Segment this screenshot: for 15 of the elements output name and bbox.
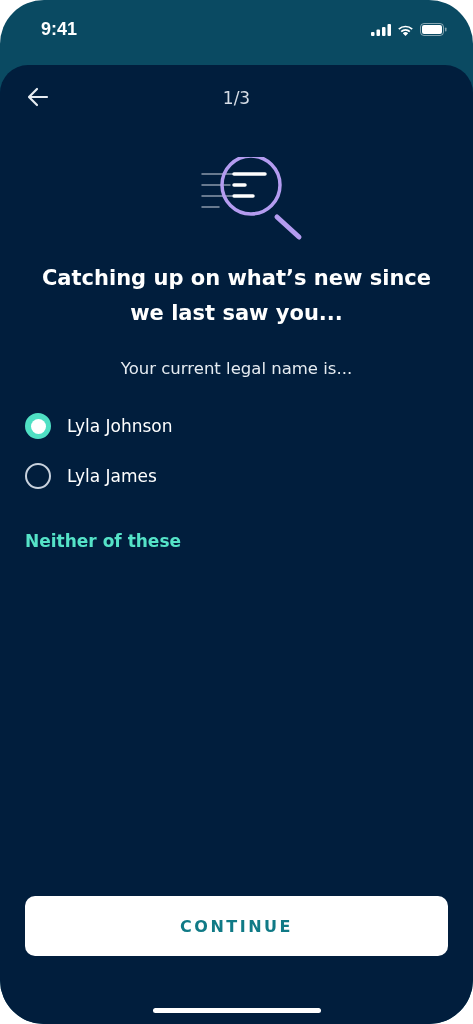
radio-button[interactable] xyxy=(25,463,51,489)
heading: Catching up on what’s new since we last saw you... xyxy=(40,265,433,327)
step-counter: 1/3 xyxy=(222,88,251,108)
signal-icon xyxy=(371,23,391,36)
battery-icon xyxy=(420,23,447,36)
neither-link[interactable]: Neither of these xyxy=(25,531,182,551)
continue-button[interactable]: CONTINUE xyxy=(25,896,448,956)
status-time: 9:41 xyxy=(41,19,78,40)
prompt-text: Your current legal name is... xyxy=(119,359,354,378)
radio-button[interactable] xyxy=(25,413,51,439)
back-button[interactable] xyxy=(27,87,49,107)
magnifier-icon xyxy=(199,157,304,241)
radio-option[interactable]: Lyla James xyxy=(25,463,157,489)
wifi-icon xyxy=(397,23,414,36)
radio-option[interactable]: Lyla Johnson xyxy=(25,413,173,439)
